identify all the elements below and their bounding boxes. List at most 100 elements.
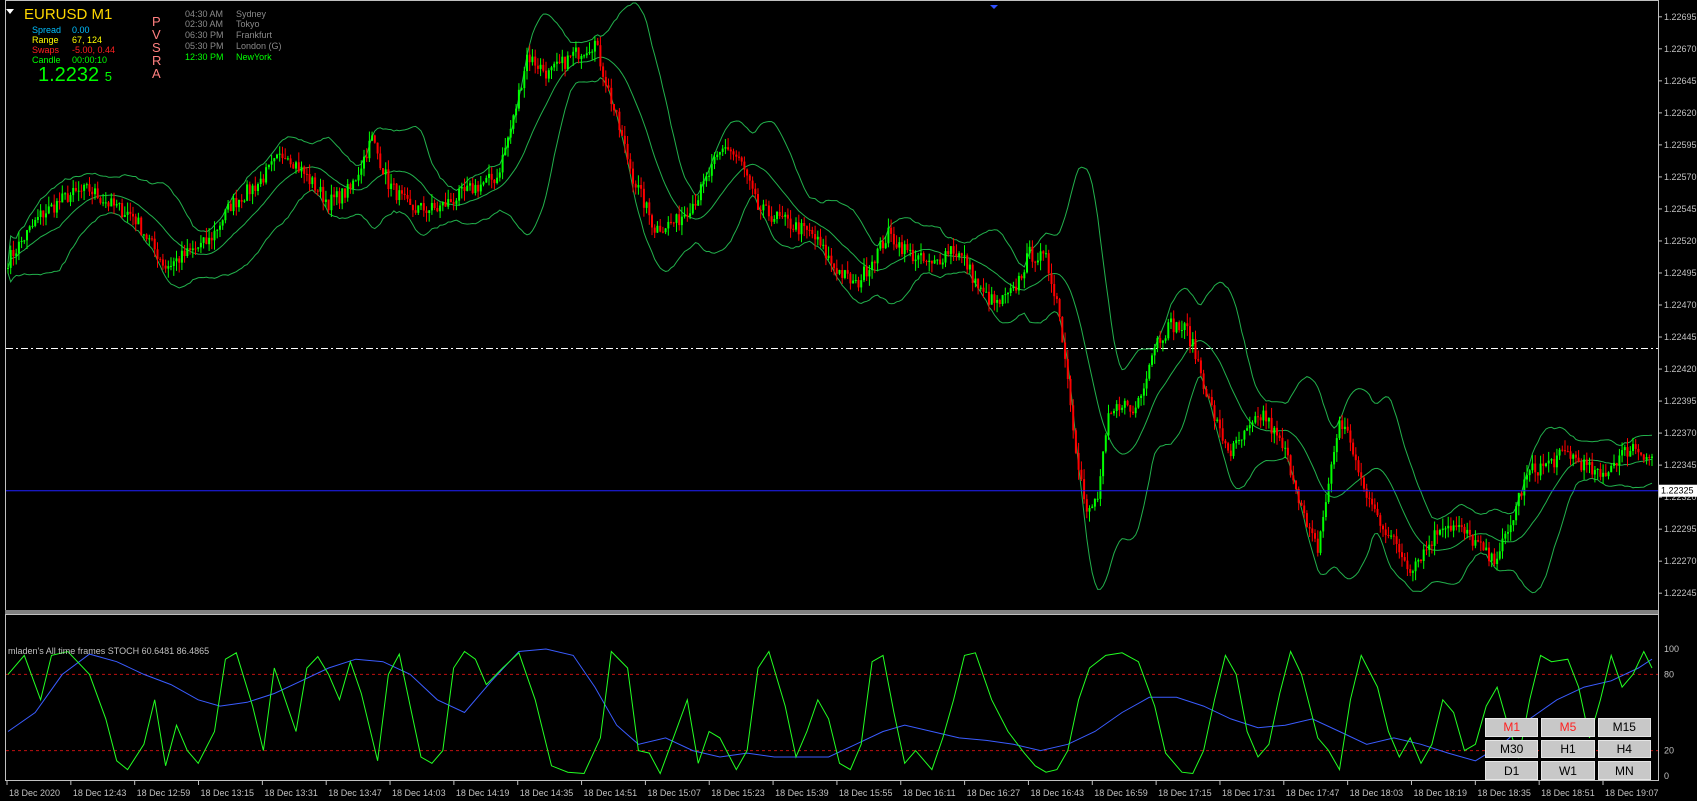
candle-body: [1267, 417, 1270, 422]
candle-body: [254, 185, 257, 191]
candle-body: [262, 178, 265, 183]
candle-body: [1243, 430, 1246, 440]
candle-body: [208, 237, 211, 245]
candle-body: [1300, 502, 1303, 506]
candle-body: [1488, 547, 1490, 562]
candle-body: [1632, 444, 1634, 451]
candle-body: [1012, 286, 1015, 289]
candle-body: [1121, 407, 1124, 410]
candle-body: [452, 202, 455, 204]
candle-body: [96, 188, 99, 199]
symbol-timeframe-title: EURUSD M1: [24, 6, 113, 23]
candle-body: [449, 199, 452, 203]
candle-body: [1077, 452, 1080, 470]
candle-body: [137, 217, 140, 225]
candle-body: [1363, 477, 1365, 489]
candle-body: [1343, 426, 1346, 429]
candle-body: [1498, 551, 1501, 559]
candle-body: [1390, 535, 1393, 537]
time-axis-label: 18 Dec 17:47: [1286, 788, 1340, 798]
candle-body: [1197, 359, 1200, 361]
candle-body: [988, 291, 990, 305]
candle-body: [202, 237, 205, 243]
chart-shift-marker-icon[interactable]: [990, 5, 998, 9]
candle-body: [781, 216, 784, 217]
candle-body: [1023, 272, 1026, 279]
candle-body: [1539, 463, 1542, 476]
candle-body: [824, 244, 827, 259]
price-tick-label: 1.22520: [1664, 236, 1697, 246]
candle-body: [1398, 544, 1401, 553]
candle-body: [1392, 535, 1395, 537]
candle-body: [1142, 388, 1145, 396]
candle-body: [145, 234, 148, 240]
candle-body: [1036, 260, 1039, 263]
candle-body: [1308, 527, 1311, 529]
time-axis-label: 18 Dec 14:03: [392, 788, 446, 798]
candle-body: [344, 188, 346, 198]
tf-button-w1[interactable]: W1: [1541, 761, 1595, 780]
candle-body: [1017, 276, 1020, 291]
time-axis-label: 18 Dec 13:15: [201, 788, 255, 798]
candle-body: [591, 51, 594, 53]
candle-body: [917, 255, 920, 260]
pvsra-letter: A: [152, 66, 161, 81]
tf-button-m1[interactable]: M1: [1485, 718, 1539, 737]
candle-body: [632, 168, 634, 184]
candle-body: [1466, 529, 1469, 534]
candle-body: [642, 188, 645, 208]
candle-body: [1227, 443, 1230, 451]
candle-body: [12, 250, 15, 256]
candle-body: [199, 242, 202, 248]
candle-body: [1069, 378, 1072, 406]
candle-body: [1349, 430, 1352, 443]
candle-body: [765, 204, 768, 206]
candle-body: [55, 201, 58, 213]
candle-body: [1555, 455, 1558, 468]
candle-body: [512, 115, 515, 129]
candle-body: [1009, 288, 1012, 293]
tf-button-h1[interactable]: H1: [1541, 739, 1595, 759]
candle-body: [159, 258, 162, 260]
chart-window[interactable]: 1.22695 1.22670 1.22645 1.22620 1.22595 1.225…: [0, 0, 1697, 806]
price-tick-label: 1.22645: [1664, 76, 1697, 86]
candle-body: [319, 186, 322, 192]
session-time: 06:30 PM: [185, 30, 224, 40]
tf-button-m15[interactable]: M15: [1597, 718, 1651, 737]
candle-body: [1199, 360, 1202, 374]
candle-body: [1341, 420, 1344, 429]
collapse-triangle-icon[interactable]: [6, 9, 14, 14]
candle-body: [1055, 296, 1058, 299]
candle-body: [577, 47, 580, 60]
time-axis-label: 18 Dec 14:19: [456, 788, 510, 798]
tf-button-mn[interactable]: MN: [1597, 761, 1651, 780]
candle-body: [104, 202, 107, 204]
time-axis-label: 18 Dec 16:43: [1030, 788, 1084, 798]
price-tick-label: 1.22420: [1664, 364, 1697, 374]
candle-body: [678, 214, 681, 226]
candle-body: [1591, 462, 1594, 475]
candle-body: [300, 166, 303, 172]
candle-body: [1042, 251, 1045, 254]
candle-body: [990, 294, 993, 305]
candle-body: [1167, 322, 1170, 339]
candle-body: [1064, 342, 1067, 359]
candle-body: [471, 183, 474, 194]
candle-body: [569, 55, 572, 57]
panel-separator[interactable]: [5, 610, 1659, 614]
candle-body: [1180, 330, 1183, 331]
candle-body: [115, 204, 118, 206]
candle-body: [944, 251, 947, 263]
tf-button-h4[interactable]: H4: [1597, 739, 1651, 759]
candle-body: [830, 255, 833, 264]
candle-body: [433, 203, 436, 208]
stoch-indicator-label: mladen's All time frames STOCH 60.6481 8…: [8, 646, 210, 656]
tf-button-m30[interactable]: M30: [1485, 739, 1539, 759]
candle-body: [39, 210, 42, 217]
tf-button-m5[interactable]: M5: [1541, 718, 1595, 737]
price-chart[interactable]: 1.22695 1.22670 1.22645 1.22620 1.22595 1.225…: [0, 0, 1697, 806]
spread-value: 0.00: [72, 25, 90, 35]
candle-body: [1566, 451, 1569, 453]
candle-body: [1463, 526, 1466, 534]
tf-button-d1[interactable]: D1: [1485, 761, 1539, 780]
